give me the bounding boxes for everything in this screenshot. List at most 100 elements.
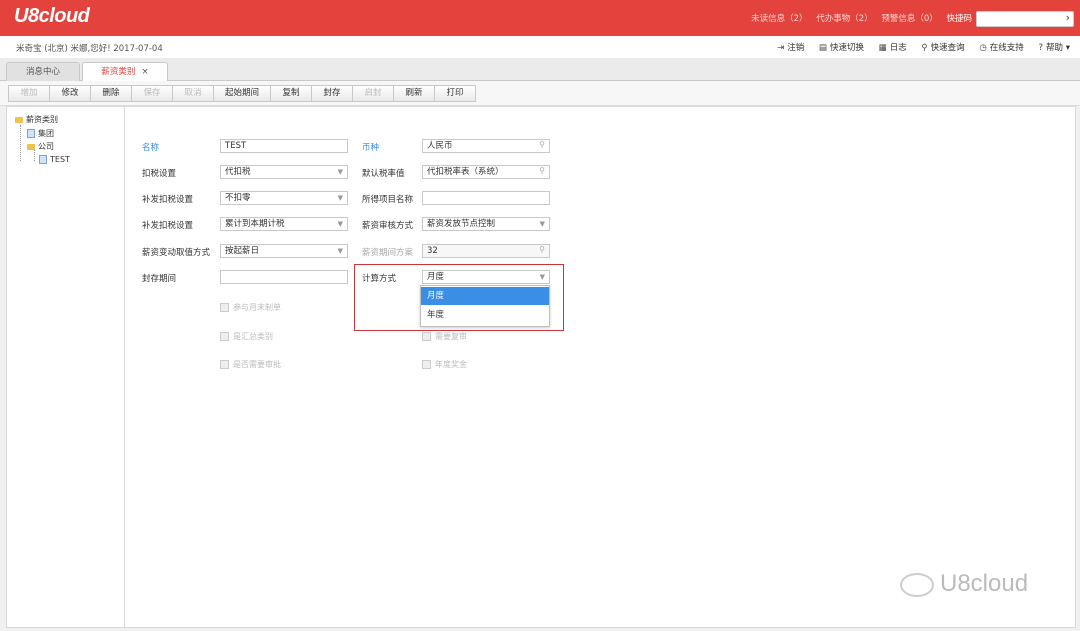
online-support-button[interactable]: ◷ 在线支持 [979,43,1023,53]
tab-label: 薪资类别 [101,67,136,77]
checkbox-label: 参与月末制单 [233,303,281,312]
info-bar: 米奇宝 (北京) 米娜,您好! 2017-07-04 ⇥ 注销 ▤ 快速切换 ▦ 日志… [0,36,1080,59]
income-item-label: 所得项目名称 [362,195,414,205]
logout-button[interactable]: ⇥ 注销 [777,43,804,53]
tree-item-test[interactable]: TEST [39,155,70,164]
logout-icon: ⇥ [777,43,785,53]
search-icon[interactable]: ⚲ [539,139,545,151]
currency-value: 人民币 [427,141,453,151]
supplement-tax2-value: 累计到本期计税 [225,219,285,229]
calc-option-yearly[interactable]: 年度 [421,306,549,324]
close-icon[interactable]: × [141,67,148,77]
checkbox-label: 是否需要审批 [233,360,281,369]
search-icon: ⚲ [921,43,928,53]
calc-method-dropdown[interactable]: 月度 年度 [420,285,550,327]
unread-messages-link[interactable]: 未读信息（2） [751,14,807,24]
chevron-down-icon[interactable]: ▼ [540,218,545,230]
cancel-button[interactable]: 取消 [172,85,214,102]
name-label: 名称 [142,143,160,153]
audit-mode-select[interactable]: 薪资发放节点控制 ▼ [422,217,550,231]
supplement-tax-label: 补发扣税设置 [142,195,194,205]
add-button[interactable]: 增加 [8,85,50,102]
default-rate-label: 默认税率值 [362,169,405,179]
help-label: 帮助 [1046,43,1064,53]
help-button[interactable]: ? 帮助 ▾ [1039,43,1071,53]
tree-root-label: 薪资类别 [26,115,58,124]
tree-item-group[interactable]: 集团 [27,128,54,139]
chevron-down-icon[interactable]: ▼ [338,218,343,230]
annual-bonus-checkbox[interactable]: 年度奖金 [422,359,467,370]
change-mode-value: 按起薪日 [225,246,260,256]
month-end-voucher-checkbox[interactable]: 参与月末制单 [220,302,281,313]
search-icon[interactable]: ⚲ [539,165,545,177]
tab-salary-category[interactable]: 薪资类别 × [82,62,168,82]
search-icon[interactable]: ⚲ [539,244,545,256]
copy-button[interactable]: 复制 [270,85,312,102]
chevron-right-icon[interactable]: › [1066,11,1070,24]
watermark-text: U8cloud [940,570,1029,597]
seal-period-input[interactable] [220,270,348,284]
tree-item-label: 公司 [38,142,54,151]
quick-code-label: 快捷码 [946,14,972,24]
folder-icon [27,143,35,150]
watermark: U8cloud [900,570,1028,598]
save-button[interactable]: 保存 [131,85,173,102]
quick-switch-button[interactable]: ▤ 快速切换 [819,43,864,53]
checkbox-box[interactable] [422,360,431,369]
supplement-tax-select[interactable]: 不扣零 ▼ [220,191,348,205]
name-value: TEST [225,141,247,151]
tax-setting-select[interactable]: 代扣税 ▼ [220,165,348,179]
chevron-down-icon[interactable]: ▼ [338,192,343,204]
edit-button[interactable]: 修改 [49,85,91,102]
checkbox-label: 需要复审 [435,332,467,341]
start-period-button[interactable]: 起始期间 [213,85,271,102]
default-rate-input[interactable]: 代扣税率表（系统） ⚲ [422,165,550,179]
print-button[interactable]: 打印 [434,85,476,102]
category-tree: 薪资类别 集团 公司 TEST [6,106,125,628]
todo-link[interactable]: 代办事物（2） [816,14,872,24]
tree-item-company[interactable]: 公司 [27,141,54,152]
re-review-checkbox[interactable]: 需要复审 [422,331,467,342]
user-greeting: 米奇宝 (北京) 米娜,您好! 2017-07-04 [16,44,163,54]
currency-input[interactable]: 人民币 ⚲ [422,139,550,153]
tab-label: 消息中心 [25,67,60,77]
tax-setting-value: 代扣税 [225,167,251,177]
tree-root[interactable]: 薪资类别 [15,114,58,125]
default-rate-value: 代扣税率表（系统） [427,167,504,177]
calc-option-monthly[interactable]: 月度 [421,287,549,305]
toolbar: 增加 修改 删除 保存 取消 起始期间 复制 封存 启封 刷新 打印 [0,81,1080,106]
supplement-tax2-select[interactable]: 累计到本期计税 ▼ [220,217,348,231]
quick-query-label: 快速查询 [930,43,965,53]
period-plan-input[interactable]: 32 ⚲ [422,244,550,258]
quick-query-button[interactable]: ⚲ 快速查询 [921,43,964,53]
income-item-input[interactable] [422,191,550,205]
warning-link[interactable]: 预警信息（0） [881,14,937,24]
app-logo: U8cloud [14,5,90,27]
tax-setting-label: 扣税设置 [142,169,177,179]
chevron-down-icon[interactable]: ▼ [338,166,343,178]
refresh-button[interactable]: 刷新 [393,85,435,102]
supplement-tax2-label: 补发扣税设置 [142,221,194,231]
currency-label: 币种 [362,143,380,153]
checkbox-box[interactable] [220,332,229,341]
seal-button[interactable]: 封存 [311,85,353,102]
summary-category-checkbox[interactable]: 是汇总类别 [220,331,273,342]
checkbox-box[interactable] [220,303,229,312]
quick-code-input[interactable]: › [976,11,1074,27]
name-input[interactable]: TEST [220,139,348,153]
log-button[interactable]: ▦ 日志 [879,43,907,53]
change-mode-select[interactable]: 按起薪日 ▼ [220,244,348,258]
top-tools: ⇥ 注销 ▤ 快速切换 ▦ 日志 ⚲ 快速查询 ◷ 在线支持 ? 帮助 ▾ [765,41,1070,53]
supplement-tax-value: 不扣零 [225,193,251,203]
tab-bar: 消息中心 薪资类别 × [0,58,1080,82]
checkbox-box[interactable] [422,332,431,341]
log-icon: ▦ [878,43,887,53]
delete-button[interactable]: 删除 [90,85,132,102]
checkbox-box[interactable] [220,360,229,369]
help-icon: ? [1038,43,1044,53]
unseal-button[interactable]: 启封 [352,85,394,102]
chevron-down-icon[interactable]: ▼ [338,245,343,257]
tab-message-center[interactable]: 消息中心 [6,62,80,81]
need-approval-checkbox[interactable]: 是否需要审批 [220,359,281,370]
file-icon [39,155,47,164]
